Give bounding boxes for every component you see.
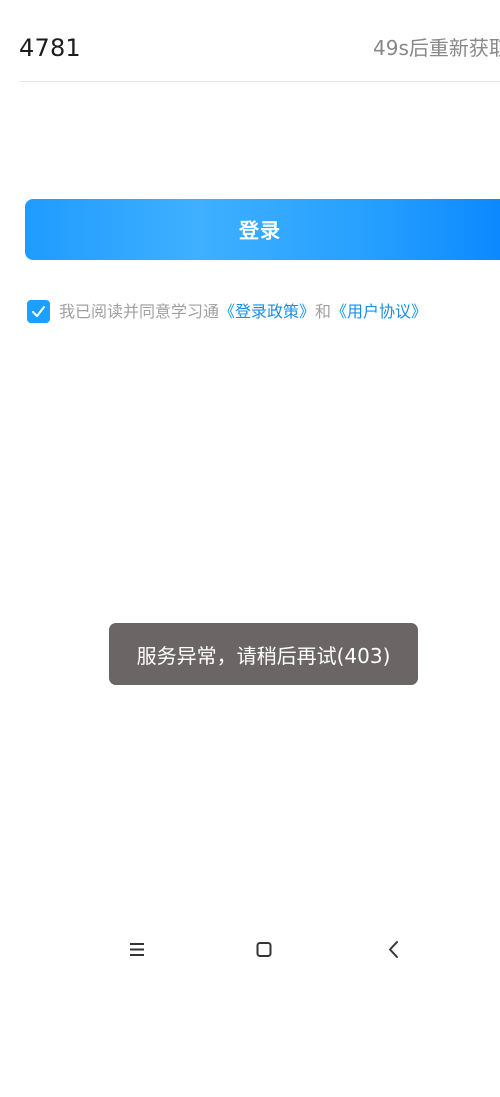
back-button[interactable] xyxy=(373,930,413,970)
login-policy-link[interactable]: 《登录政策》 xyxy=(219,302,315,321)
toast-message: 服务异常，请稍后再试(403) xyxy=(136,643,391,668)
back-icon xyxy=(389,941,398,958)
error-toast: 服务异常，请稍后再试(403) xyxy=(109,623,418,685)
checkmark-icon xyxy=(32,306,45,317)
agreement-text: 我已阅读并同意学习通《登录政策》和《用户协议》 xyxy=(59,300,427,324)
agreement-checkbox[interactable] xyxy=(27,300,50,323)
menu-button[interactable] xyxy=(117,930,157,970)
agreement-connector: 和 xyxy=(315,302,332,321)
login-page: 4781 49s后重新获取 登录 我已阅读并同意学习通《登录政策》和《用户协议》… xyxy=(0,0,500,1097)
menu-icon xyxy=(130,943,144,956)
system-nav-bar xyxy=(0,930,500,970)
verification-code-row: 4781 49s后重新获取 xyxy=(19,0,500,82)
user-agreement-link[interactable]: 《用户协议》 xyxy=(331,302,427,321)
agreement-prefix: 我已阅读并同意学习通 xyxy=(59,302,220,321)
verification-code-input[interactable]: 4781 xyxy=(19,31,81,65)
home-button[interactable] xyxy=(244,930,284,970)
login-button-label: 登录 xyxy=(239,218,281,243)
home-icon xyxy=(256,942,272,957)
resend-countdown: 49s后重新获取 xyxy=(373,36,500,60)
